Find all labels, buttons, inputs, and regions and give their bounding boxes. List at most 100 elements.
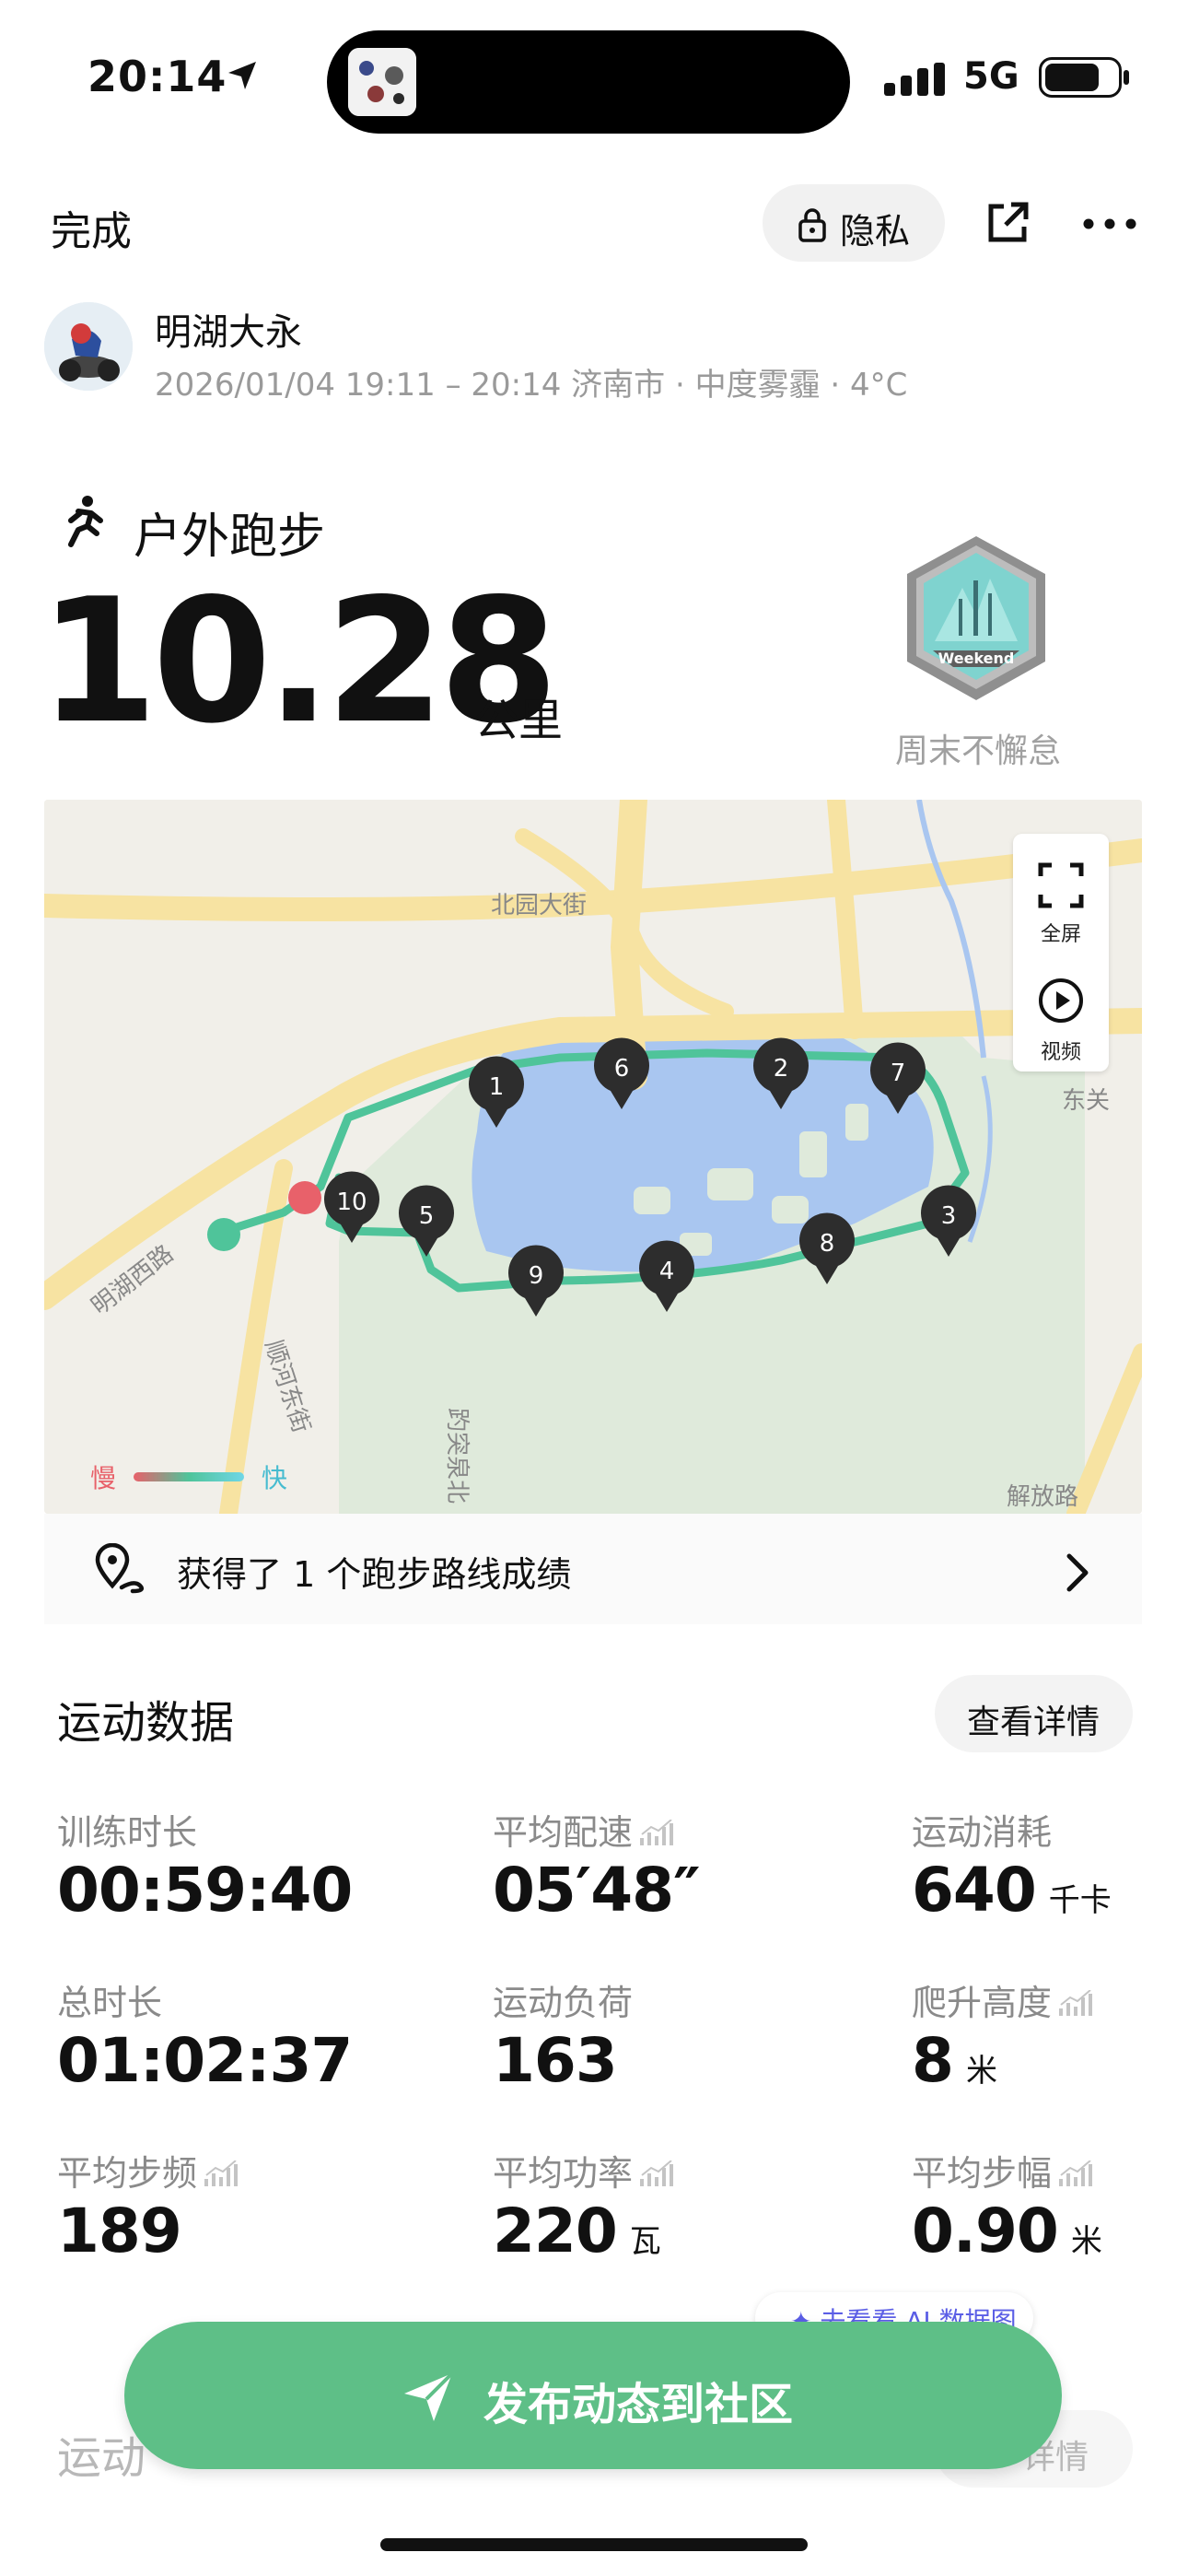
speed-legend: 慢 快 [90,1458,287,1495]
fullscreen-label: 全屏 [1040,923,1081,946]
activity-type: 户外跑步 [134,509,326,565]
stat-label-text: 总时长 [57,1983,163,2023]
avatar[interactable] [44,302,133,391]
done-button[interactable]: 完成 [51,198,132,257]
stat-label-text: 平均步频 [57,2153,198,2194]
battery-tip [1124,70,1129,85]
chevron-right-icon[interactable] [1064,1552,1091,1593]
fullscreen-icon[interactable] [1037,861,1085,909]
route-pin-icon [95,1543,144,1594]
stat-unit: 瓦 [629,2223,661,2260]
stat-value-row: 8米 [912,2025,997,2096]
running-icon [68,496,103,547]
stat-value: 8 [912,2025,954,2096]
battery-icon [1039,57,1122,98]
distance-unit: 公里 [474,695,564,746]
stat-label: 运动负荷 [493,1974,633,2025]
username: 明湖大永 [155,311,302,354]
share-icon[interactable] [984,199,1031,247]
stat-value-row: 0.90 米 [912,2195,1102,2266]
stat-label: 平均步频 [57,2145,239,2196]
map-marker-label: 4 [659,1258,675,1285]
map-marker-label: 6 [614,1055,630,1083]
stats-title: 运动数据 [57,1697,235,1749]
video-label: 视频 [1040,1041,1081,1064]
next-section-title: 运动 [57,2432,146,2484]
live-activity-thumbnail [348,48,416,116]
stat-label-text: 运动负荷 [493,1983,634,2023]
send-icon [404,2371,454,2421]
legend-fast: 快 [261,1463,287,1493]
home-indicator[interactable] [380,2538,808,2551]
road-label: 趵突泉北 [443,1408,471,1504]
stat-value: 01:02:37 [57,2025,353,2096]
map-marker-label: 2 [774,1055,789,1083]
stat-value: 220 [493,2195,618,2266]
badge-text: Weekend [938,650,1015,667]
stat-label-text: 平均配速 [493,1812,634,1853]
stat-value-row: 640 千卡 [912,1855,1112,1926]
stat-label-text: 训练时长 [57,1812,198,1853]
stat-label-text: 爬升高度 [912,1983,1053,2023]
map-marker-label: 8 [820,1230,835,1258]
trend-chart-icon[interactable] [640,2156,674,2196]
stat-value: 00:59:40 [57,1855,353,1926]
map-marker-label: 5 [419,1202,435,1230]
stat-label-text: 运动消耗 [912,1812,1053,1853]
start-point [207,1218,240,1251]
stat-unit: 米 [965,2053,997,2090]
route-achievement-text: 获得了 1 个跑步路线成绩 [177,1554,572,1595]
stat-value-row: 220 瓦 [493,2195,661,2266]
stat-label: 训练时长 [57,1804,197,1855]
map-marker-label: 10 [336,1188,367,1216]
stat-label-text: 平均步幅 [912,2153,1053,2194]
stat-value-row: 00:59:40 [57,1855,353,1926]
play-video-icon[interactable] [1037,977,1085,1025]
stat-label: 平均步幅 [912,2145,1093,2196]
end-point [288,1181,321,1214]
road-label: 东关 [1062,1087,1110,1115]
network-type: 5G [963,55,1019,98]
privacy-label: 隐私 [840,211,911,252]
view-details-label: 查看详情 [967,1704,1101,1741]
trend-chart-icon[interactable] [1059,1985,1093,2026]
legend-gradient [133,1472,244,1481]
stat-value: 05′48″ [493,1855,701,1926]
activity-meta: 2026/01/04 19:11 – 20:14 济南市 · 中度雾霾 · 4°… [155,367,908,404]
trend-chart-icon[interactable] [640,1815,674,1856]
map-marker-label: 9 [529,1262,544,1290]
post-to-community-label: 发布动态到社区 [483,2379,794,2430]
lock-icon [798,208,826,242]
badge-label: 周末不懈怠 [895,732,1062,770]
more-icon[interactable] [1082,217,1137,230]
trend-chart-icon[interactable] [204,2156,239,2196]
stat-value-row: 05′48″ [493,1855,701,1926]
stat-label: 平均配速 [493,1804,674,1856]
map-marker-label: 3 [941,1202,957,1230]
stat-label-text: 平均功率 [493,2153,634,2194]
stat-value-row: 189 [57,2195,182,2266]
road-label: 北园大街 [491,892,587,919]
map-marker-label: 1 [489,1073,505,1101]
stat-unit: 千卡 [1048,1882,1112,1919]
stat-value-row: 01:02:37 [57,2025,353,2096]
stat-label: 爬升高度 [912,1974,1093,2026]
stat-value-row: 163 [493,2025,618,2096]
status-time: 20:14 [87,52,227,101]
stat-value: 189 [57,2195,182,2266]
cellular-signal-icon [884,63,945,96]
road-label: 解放路 [1007,1483,1078,1511]
trend-chart-icon[interactable] [1059,2156,1093,2196]
map-marker-label: 7 [891,1060,906,1087]
stat-value: 163 [493,2025,618,2096]
location-arrow-icon [228,62,256,89]
stat-label: 总时长 [57,1974,162,2025]
legend-slow: 慢 [90,1463,117,1493]
weekend-badge-icon[interactable]: Weekend [898,533,1054,717]
stat-value: 640 [912,1855,1037,1926]
stat-unit: 米 [1070,2223,1102,2260]
stat-label: 运动消耗 [912,1804,1052,1855]
stat-label: 平均功率 [493,2145,674,2196]
route-map[interactable]: 北园大街 东关 明湖西路 顺河东街 趵突泉北 解放路 1 2 3 4 5 6 7 8 9 10 [44,800,1142,1514]
stat-value: 0.90 [912,2195,1059,2266]
